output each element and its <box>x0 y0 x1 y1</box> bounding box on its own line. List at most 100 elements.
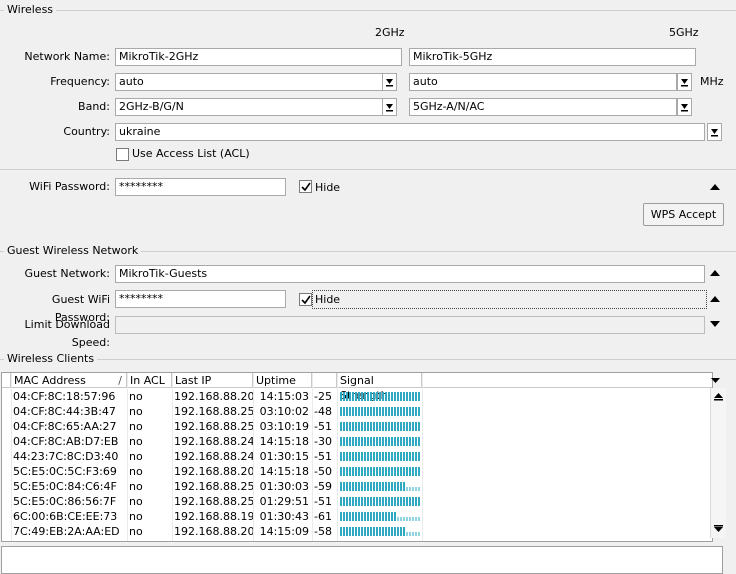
signal-bar-segment <box>391 512 393 521</box>
band-2ghz-select[interactable]: 2GHz-B/G/N <box>115 98 383 116</box>
signal-bar-segment <box>367 497 369 506</box>
dropdown-arrow-icon[interactable] <box>382 73 397 91</box>
signal-bar-segment <box>391 392 393 401</box>
network-name-2ghz-input[interactable]: MikroTik-2GHz <box>115 48 402 66</box>
signal-bar-segment <box>388 512 390 521</box>
table-row[interactable]: 04:CF:8C:AB:D7:EB no 192.168.88.248 14:15:1… <box>2 434 712 449</box>
collapse-triangle-icon[interactable] <box>709 182 721 192</box>
cell-in-acl: no <box>129 435 143 448</box>
signal-bar-segment <box>355 512 357 521</box>
use-acl-checkbox[interactable] <box>116 148 129 161</box>
signal-bar-segment <box>349 512 351 521</box>
signal-bar-segment <box>361 467 363 476</box>
scroll-up-icon[interactable] <box>711 390 726 402</box>
columns-dropdown-icon[interactable] <box>709 373 722 389</box>
wifi-password-hide-checkbox[interactable] <box>299 180 312 193</box>
signal-strength-bar <box>340 509 420 524</box>
signal-bar-segment <box>373 437 375 446</box>
signal-bar-segment <box>403 517 405 521</box>
table-row[interactable]: 5C:E5:0C:86:56:7F no 192.168.88.252 01:29:5… <box>2 494 712 509</box>
signal-bar-segment <box>370 527 372 536</box>
signal-bar-segment <box>340 422 342 431</box>
cell-mac-address: 04:CF:8C:18:57:96 <box>13 390 116 403</box>
expand-triangle-icon[interactable] <box>709 319 721 329</box>
country-select[interactable]: ukraine <box>115 123 705 141</box>
cell-last-ip: 192.168.88.251 <box>174 420 253 433</box>
guest-password-hide-checkbox[interactable] <box>299 293 312 306</box>
bottom-status-area[interactable] <box>1 546 723 574</box>
scroll-down-icon[interactable] <box>711 524 726 536</box>
column-last-ip[interactable]: Last IP <box>172 373 253 388</box>
signal-bar-segment <box>385 497 387 506</box>
signal-bar-segment <box>379 452 381 461</box>
signal-bar-segment <box>385 407 387 416</box>
column-in-acl[interactable]: In ACL <box>127 373 172 388</box>
signal-bar-segment <box>352 452 354 461</box>
signal-bar-segment <box>391 422 393 431</box>
cell-in-acl: no <box>129 390 143 403</box>
table-row[interactable]: 04:CF:8C:65:AA:27 no 192.168.88.251 03:10:1… <box>2 419 712 434</box>
wifi-password-input[interactable]: ******** <box>115 178 286 196</box>
table-scrollbar[interactable] <box>710 388 726 538</box>
band-5ghz-select[interactable]: 5GHz-A/N/AC <box>409 98 677 116</box>
limit-download-input[interactable] <box>115 316 705 334</box>
guest-password-input[interactable]: ******** <box>115 290 286 308</box>
signal-bar-segment <box>403 407 405 416</box>
signal-bar-segment <box>373 392 375 401</box>
column-signal-strength[interactable]: Signal Strength <box>337 373 422 402</box>
column-signal[interactable] <box>312 373 337 388</box>
signal-bar-segment <box>388 482 390 491</box>
collapse-triangle-icon[interactable] <box>709 294 721 304</box>
table-row[interactable]: 04:CF:8C:18:57:96 no 192.168.88.202 14:15:0… <box>2 389 712 404</box>
signal-bar-segment <box>418 452 420 461</box>
signal-bar-segment <box>418 497 420 506</box>
cell-signal: -61 <box>314 510 332 523</box>
signal-bar-segment <box>415 517 417 521</box>
signal-bar-segment <box>373 512 375 521</box>
signal-bar-segment <box>415 467 417 476</box>
signal-bar-segment <box>373 527 375 536</box>
signal-strength-bar <box>340 494 420 509</box>
signal-bar-segment <box>385 467 387 476</box>
dropdown-arrow-icon[interactable] <box>677 73 692 91</box>
collapse-triangle-icon[interactable] <box>709 268 721 278</box>
signal-bar-segment <box>415 452 417 461</box>
signal-bar-segment <box>382 452 384 461</box>
signal-bar-segment <box>349 437 351 446</box>
signal-bar-segment <box>358 482 360 491</box>
signal-bar-segment <box>418 467 420 476</box>
signal-bar-segment <box>370 422 372 431</box>
signal-bar-segment <box>358 452 360 461</box>
cell-mac-address: 5C:E5:0C:86:56:7F <box>13 495 117 508</box>
dropdown-arrow-icon[interactable] <box>677 98 692 116</box>
network-name-5ghz-input[interactable]: MikroTik-5GHz <box>409 48 696 66</box>
table-row[interactable]: 6C:00:6B:CE:EE:73 no 192.168.88.196 01:30:4… <box>2 509 712 524</box>
column-mac-address[interactable]: MAC Address / <box>11 373 127 388</box>
signal-bar-segment <box>403 467 405 476</box>
dropdown-arrow-icon[interactable] <box>382 98 397 116</box>
guest-network-input[interactable]: MikroTik-Guests <box>115 265 705 283</box>
signal-bar-segment <box>412 487 414 491</box>
signal-bar-segment <box>373 467 375 476</box>
signal-bar-segment <box>364 422 366 431</box>
frequency-2ghz-select[interactable]: auto <box>115 73 383 91</box>
guest-network-label: Guest Network: <box>24 267 110 280</box>
table-row[interactable]: 04:CF:8C:44:3B:47 no 192.168.88.254 03:10:0… <box>2 404 712 419</box>
signal-bar-segment <box>379 392 381 401</box>
table-row[interactable]: 7C:49:EB:2A:AA:ED no 192.168.88.204 14:15:0… <box>2 524 712 539</box>
signal-bar-segment <box>340 497 342 506</box>
table-row[interactable]: 5C:E5:0C:5C:F3:69 no 192.168.88.203 14:15:1… <box>2 464 712 479</box>
column-uptime[interactable]: Uptime <box>253 373 312 388</box>
dropdown-arrow-icon[interactable] <box>707 123 722 141</box>
wireless-clients-table[interactable]: MAC Address / In ACL Last IP Uptime Sign… <box>1 372 713 542</box>
signal-bar-segment <box>361 482 363 491</box>
table-row[interactable]: 5C:E5:0C:84:C6:4F no 192.168.88.250 01:30:0… <box>2 479 712 494</box>
signal-bar-segment <box>397 437 399 446</box>
signal-bar-segment <box>379 467 381 476</box>
signal-bar-segment <box>376 497 378 506</box>
table-row[interactable]: 44:23:7C:8C:D3:40 no 192.168.88.249 01:30:1… <box>2 449 712 464</box>
signal-bar-segment <box>400 422 402 431</box>
wps-accept-button[interactable]: WPS Accept <box>643 203 724 226</box>
signal-bar-segment <box>349 482 351 491</box>
frequency-5ghz-select[interactable]: auto <box>409 73 677 91</box>
